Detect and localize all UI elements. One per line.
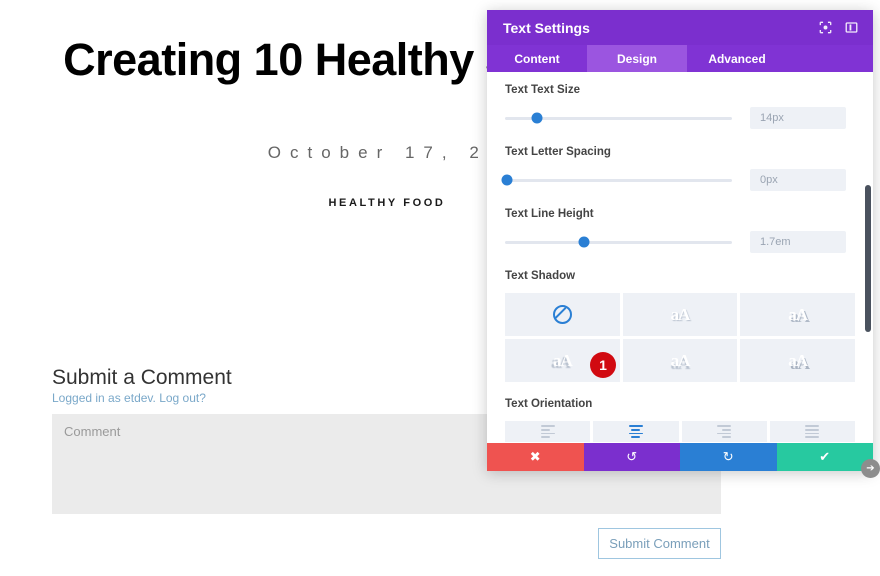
letter-spacing-value[interactable]: 0px <box>750 169 846 191</box>
text-size-row: 14px <box>505 107 855 129</box>
line-height-row: 1.7em <box>505 231 855 253</box>
letter-spacing-row: 0px <box>501 169 855 191</box>
modal-footer: ✖ ↺ ↻ ✔ <box>487 443 873 471</box>
shadow-preview-text: aA <box>788 350 808 370</box>
undo-button[interactable]: ↺ <box>583 443 680 471</box>
shadow-option-1[interactable]: aA <box>622 293 738 336</box>
submit-comment-button[interactable]: Submit Comment <box>598 528 721 559</box>
shadow-option-5[interactable]: aA <box>740 339 855 382</box>
align-justify-option[interactable] <box>769 421 855 442</box>
shadow-option-2[interactable]: aA <box>740 293 855 336</box>
text-size-slider-knob[interactable] <box>531 112 543 124</box>
save-button[interactable]: ✔ <box>776 443 873 471</box>
target-icon[interactable] <box>815 18 835 38</box>
prohibition-icon <box>552 305 572 324</box>
align-right-icon <box>717 425 732 438</box>
line-height-slider[interactable] <box>505 236 732 248</box>
redo-button[interactable]: ↻ <box>680 443 777 471</box>
cancel-button[interactable]: ✖ <box>487 443 584 471</box>
annotation-badge-1: 1 <box>590 352 616 378</box>
line-height-value[interactable]: 1.7em <box>750 231 846 253</box>
shadow-preview-text: aA <box>670 350 691 370</box>
text-settings-modal: Text Settings Content Design Advanced Te… <box>487 10 880 478</box>
text-shadow-label: Text Shadow <box>505 270 576 282</box>
shadow-option-none[interactable] <box>505 293 620 336</box>
resize-handle-icon[interactable]: ➔ <box>861 459 880 478</box>
tab-design[interactable]: Design <box>587 45 687 72</box>
modal-title: Text Settings <box>503 19 590 36</box>
text-size-label: Text Text Size <box>505 84 580 96</box>
align-left-icon <box>540 425 555 438</box>
align-right-option[interactable] <box>681 421 767 442</box>
text-size-value[interactable]: 14px <box>750 107 846 129</box>
comment-section-heading: Submit a Comment <box>52 366 232 389</box>
text-orientation-options <box>505 421 855 442</box>
letter-spacing-label: Text Letter Spacing <box>505 146 611 158</box>
panel-layout-icon[interactable] <box>841 18 861 38</box>
shadow-preview-text: aA <box>670 304 691 324</box>
align-center-icon <box>628 425 643 438</box>
line-height-slider-knob[interactable] <box>578 236 590 248</box>
text-shadow-options: aA aA aA aA aA <box>505 293 855 382</box>
modal-tab-bar: Content Design Advanced <box>487 45 873 72</box>
shadow-option-4[interactable]: aA <box>622 339 738 382</box>
line-height-label: Text Line Height <box>505 208 594 220</box>
tab-advanced[interactable]: Advanced <box>687 45 787 72</box>
shadow-preview-text: aA <box>788 304 808 324</box>
modal-header: Text Settings <box>487 10 873 45</box>
text-size-slider[interactable] <box>505 112 732 124</box>
letter-spacing-slider-knob[interactable] <box>501 174 513 186</box>
modal-scrollbar[interactable] <box>865 72 871 443</box>
modal-body: Text Text Size 14px Text Letter Spacing … <box>487 72 873 443</box>
shadow-preview-text: aA <box>552 350 573 370</box>
text-orientation-label: Text Orientation <box>505 398 593 410</box>
align-justify-icon <box>805 425 820 438</box>
align-left-option[interactable] <box>505 421 591 442</box>
tab-content[interactable]: Content <box>487 45 587 72</box>
modal-scrollbar-thumb[interactable] <box>865 185 871 332</box>
align-center-option[interactable] <box>593 421 679 442</box>
logged-in-notice[interactable]: Logged in as etdev. Log out? <box>52 391 206 405</box>
letter-spacing-slider[interactable] <box>501 174 732 186</box>
